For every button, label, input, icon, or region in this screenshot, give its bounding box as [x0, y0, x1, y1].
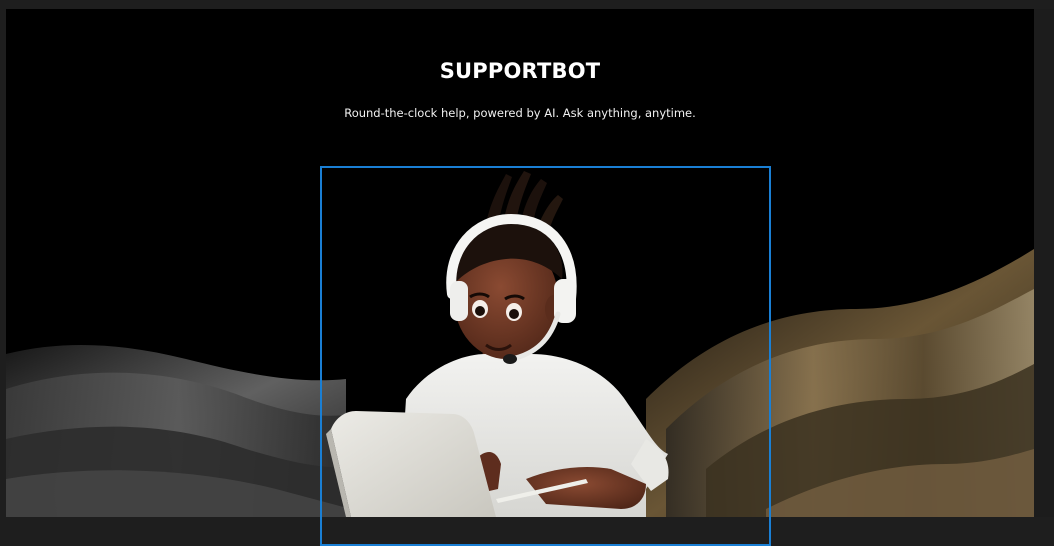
page-frame: SUPPORTBOT Round-the-clock help, powered…	[0, 0, 1054, 546]
scrollbar-track[interactable]	[1034, 9, 1054, 517]
page-title: SUPPORTBOT	[439, 59, 601, 83]
support-agent-illustration	[326, 171, 669, 517]
page-subtitle: Round-the-clock help, powered by AI. Ask…	[344, 106, 696, 120]
hero-section: SUPPORTBOT Round-the-clock help, powered…	[6, 9, 1034, 517]
